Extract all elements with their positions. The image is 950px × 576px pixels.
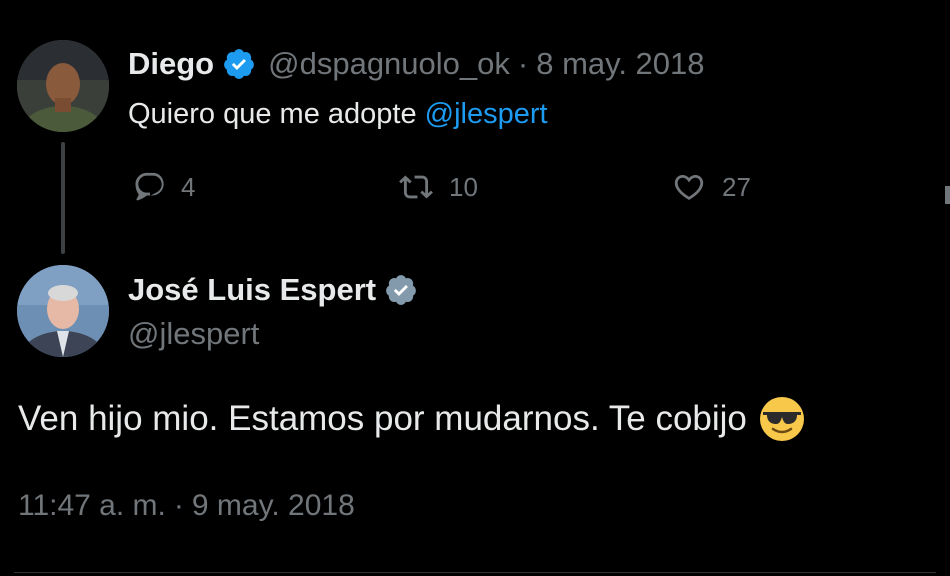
reply-action[interactable]: 4 <box>133 170 195 204</box>
main-tweet-header: José Luis Espert <box>128 270 418 310</box>
parent-tweet-header: Diego @dspagnuolo_ok · 8 may. 2018 <box>128 44 705 84</box>
parent-date[interactable]: 8 may. 2018 <box>536 46 704 82</box>
main-handle-row: @jlespert <box>128 316 259 352</box>
tweet-date: 9 may. 2018 <box>191 489 355 522</box>
main-display-name[interactable]: José Luis Espert <box>128 272 376 308</box>
like-action[interactable]: 27 <box>670 170 751 204</box>
reply-count: 4 <box>181 171 196 202</box>
tweet-timestamp[interactable]: 11:47 a. m. · 9 may. 2018 <box>18 488 355 524</box>
person-photo-icon <box>17 40 109 132</box>
parent-display-name[interactable]: Diego <box>128 46 214 82</box>
parent-separator: · <box>517 46 529 81</box>
verified-badge-icon <box>386 275 416 305</box>
thread-connector-line <box>61 142 65 254</box>
avatar-diego[interactable] <box>17 40 109 132</box>
retweet-icon <box>399 175 433 199</box>
verified-badge-icon <box>224 49 254 79</box>
main-handle[interactable]: @jlespert <box>128 316 259 352</box>
divider <box>14 572 936 573</box>
parent-tweet-text: Quiero que me adopte @jlespert <box>128 96 548 132</box>
tweet-time: 11:47 a. m. <box>18 489 166 522</box>
heart-icon <box>674 174 704 200</box>
avatar-jlespert[interactable] <box>17 265 109 357</box>
scrollbar-edge <box>945 186 950 204</box>
retweet-action[interactable]: 10 <box>397 170 478 204</box>
parent-handle[interactable]: @dspagnuolo_ok <box>268 46 510 82</box>
reply-icon <box>135 172 164 201</box>
timestamp-separator: · <box>173 489 184 522</box>
main-tweet-text: Ven hijo mio. Estamos por mudarnos. Te c… <box>18 396 805 442</box>
like-count: 27 <box>722 171 751 202</box>
sunglasses-emoji-icon <box>759 397 804 441</box>
person-photo-icon <box>17 265 109 357</box>
retweet-count: 10 <box>449 171 478 202</box>
main-text: Ven hijo mio. Estamos por mudarnos. Te c… <box>18 399 747 438</box>
mention-link[interactable]: @jlespert <box>425 98 548 131</box>
parent-text: Quiero que me adopte <box>128 97 425 130</box>
